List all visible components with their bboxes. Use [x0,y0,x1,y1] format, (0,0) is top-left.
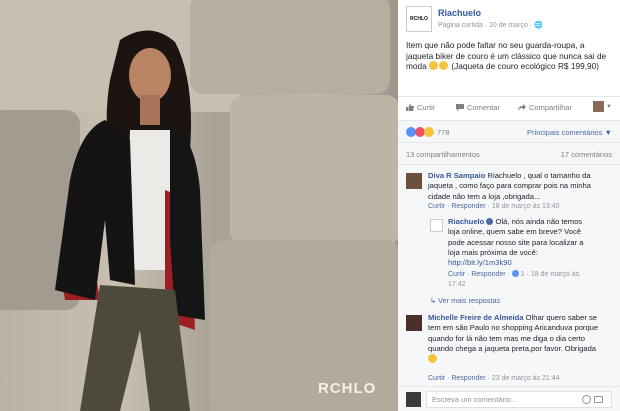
haha-reaction-icon[interactable] [424,127,434,137]
comment-date[interactable]: 23 de março às 21:44 [492,375,560,382]
model-figure [55,30,205,411]
comment-reply-link[interactable]: Responder [451,375,485,382]
reply-item: Riachuelo Olá, nós ainda não temos loja … [430,217,612,295]
commenter-avatar[interactable] [406,173,422,189]
current-user-avatar[interactable] [406,392,421,407]
reply-date[interactable]: 18 de março às [531,271,579,278]
comment-body: Michelle Freire de Almeida Olhar quero s… [428,313,598,365]
share-button[interactable]: Compartilhar [518,103,572,112]
comment-like-link[interactable]: Curtir [428,203,445,210]
comment-text: Olhar quero saber se [525,313,597,322]
comment-item: Diva R Sampaio Riachuelo , qual o tamanh… [406,171,612,216]
post-photo[interactable]: RCHLO [0,0,398,411]
share-count[interactable]: 13 compartilhamentos [406,150,480,159]
comment-text: jaqueta , como faço para comprar pois na… [428,181,591,191]
comment-author[interactable]: Diva R Sampaio [428,171,485,180]
smile-emoji-icon [429,61,439,70]
comment-footer: Curtir · Responder · 23 de março às 21:4… [428,375,560,382]
brand-watermark: RCHLO [318,380,377,397]
comment-composer [398,386,620,411]
comment-text: quando chega a jaqueta preta,por favor. … [428,343,597,353]
laugh-emoji-icon [439,61,449,70]
reply-reply-link[interactable]: Responder [471,271,505,278]
post-header: RCHLO Riachuelo Página curtida · 10 de m… [406,6,612,32]
verified-badge-icon [486,218,494,225]
reply-time[interactable]: 17:42 [448,281,466,288]
reply-text: Olá, nós ainda não temos [495,217,583,226]
comment-list: Diva R Sampaio Riachuelo , qual o tamanh… [398,164,620,386]
like-label: Curtir [417,103,436,112]
camera-icon[interactable] [594,396,603,403]
reactions-bar: 778 Principais comentários ▼ [398,120,620,142]
comment-text: quando for lá não tem mas me diga o dia … [428,333,586,343]
comment-count[interactable]: 17 comentários [561,150,612,159]
comment-author[interactable]: Michelle Freire de Almeida [428,313,524,322]
reply-body: Riachuelo Olá, nós ainda não temos loja … [448,217,584,268]
page-avatar[interactable]: RCHLO [406,6,432,32]
reply-text: loja mais próxima de você: [448,247,538,257]
like-reaction-icon [511,270,519,277]
caption-price: (Jaqueta de couro ecológico R$ 199,90) [451,61,599,71]
action-bar: Curtir Comentar Compartilhar ▼ [398,96,620,118]
emoji-picker-icon[interactable] [582,395,591,404]
commenter-avatar[interactable] [406,315,422,331]
reply-text: loja online, quem sabe em breve? Você [448,227,581,237]
comments-sort-dropdown[interactable]: Principais comentários ▼ [527,128,612,137]
comment-like-link[interactable]: Curtir [428,375,445,382]
comment-button[interactable]: Comentar [456,103,500,112]
thumbs-up-icon [406,104,414,111]
riachuelo-avatar[interactable] [430,219,443,232]
counts-bar: 13 compartilhamentos 17 comentários [398,142,620,164]
page-name-link[interactable]: Riachuelo [438,8,481,18]
comment-text: tem em são Paulo no shopping Aricanduva … [428,323,599,333]
post-caption: Item que não pode faltar no seu guarda-r… [406,40,612,72]
smile-emoji-icon [428,354,437,364]
reply-like-count[interactable]: 1 [521,271,525,278]
comment-bubble-icon [456,104,464,111]
comment-reply-link[interactable]: Responder [451,203,485,210]
share-arrow-icon [518,104,526,111]
share-label: Compartilhar [529,103,572,112]
reply-text: pode acessar nosso site para localizar a [448,237,584,247]
comment-date[interactable]: 18 de março às 13:40 [492,203,560,210]
reply-author[interactable]: Riachuelo [448,217,484,226]
view-more-replies-link[interactable]: ↳ Ver mais respostas [430,296,500,305]
comment-body: Diva R Sampaio Riachuelo , qual o tamanh… [428,171,591,202]
comment-label: Comentar [467,103,500,112]
comment-item: Michelle Freire de Almeida Olhar quero s… [406,313,612,387]
chevron-down-icon[interactable]: ▼ [606,104,612,110]
share-as-avatar[interactable] [593,101,604,112]
like-button[interactable]: Curtir [406,103,435,112]
comment-footer: Curtir · Responder · 18 de março às 13:4… [428,203,560,210]
post-meta: Página curtida · 10 de março · 🌐 [438,22,543,29]
more-replies-label: Ver mais respostas [438,296,501,305]
comment-text: Riachuelo , qual o tamanho da [487,171,591,180]
reply-footer: Curtir · Responder · 1 · 18 de março às … [448,270,580,288]
reply-arrow-icon: ↳ [430,296,439,305]
reply-link[interactable]: http://bit.ly/1m3k90 [448,258,512,267]
comment-text: cidade não tem a loja ,obrigada... [428,191,541,201]
reaction-count[interactable]: 778 [437,128,450,137]
reply-like-link[interactable]: Curtir [448,271,465,278]
post-panel: RCHLO Riachuelo Página curtida · 10 de m… [398,0,620,411]
